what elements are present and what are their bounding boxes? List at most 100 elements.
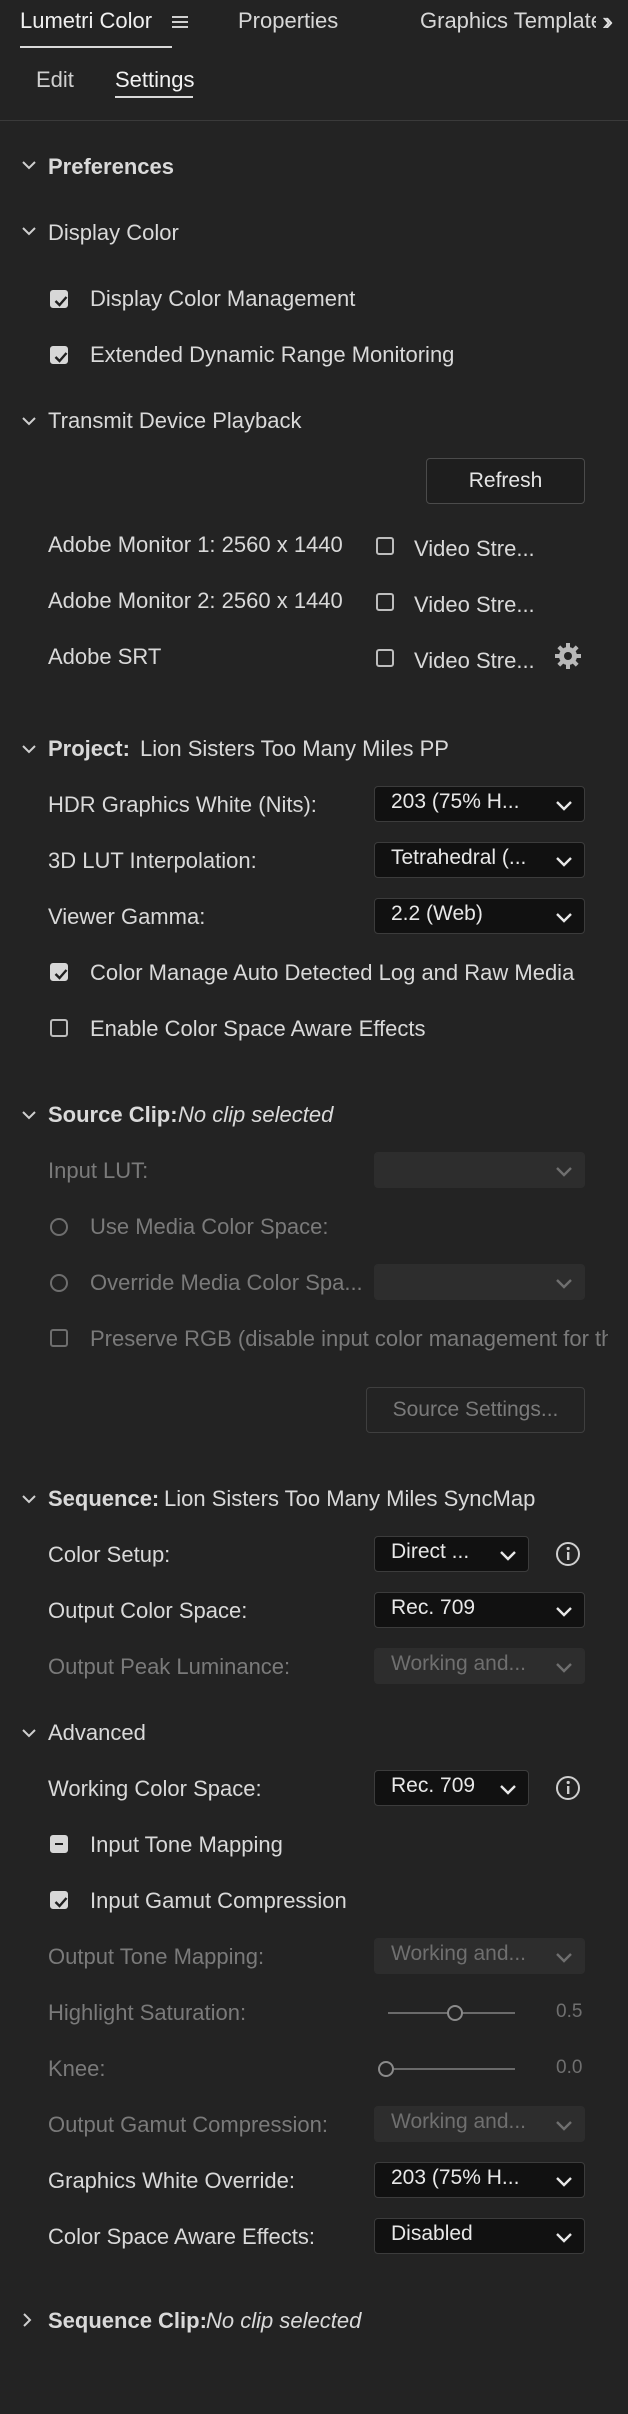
select-value: Rec. 709 bbox=[391, 1596, 476, 1619]
output-peak-luminance-select[interactable]: Working and... bbox=[374, 1648, 585, 1684]
active-subtab-underline bbox=[115, 96, 193, 98]
viewer-gamma-label: Viewer Gamma: bbox=[48, 904, 206, 929]
section-project[interactable]: Project: bbox=[48, 734, 130, 764]
color-space-aware-effects-label: Color Space Aware Effects: bbox=[48, 2224, 315, 2249]
monitor-1-label: Adobe Monitor 1: 2560 x 1440 bbox=[48, 532, 343, 557]
color-space-aware-label: Enable Color Space Aware Effects bbox=[90, 1016, 426, 1041]
info-icon[interactable] bbox=[555, 1775, 580, 1800]
override-media-color-space-select[interactable] bbox=[374, 1264, 585, 1300]
chevron-down-icon bbox=[500, 1548, 516, 1566]
chevron-down-icon[interactable] bbox=[22, 416, 36, 428]
select-value: 2.2 (Web) bbox=[391, 902, 483, 925]
section-sequence-clip[interactable]: Sequence Clip: bbox=[48, 2306, 207, 2336]
chevron-down-icon bbox=[556, 1950, 572, 1968]
auto-detected-log-label: Color Manage Auto Detected Log and Raw M… bbox=[90, 960, 575, 985]
source-clip-value: No clip selected bbox=[178, 1102, 334, 1127]
monitor-2-label: Adobe Monitor 2: 2560 x 1440 bbox=[48, 588, 343, 613]
color-space-aware-checkbox[interactable] bbox=[50, 1019, 68, 1037]
knee-knob[interactable] bbox=[378, 2061, 394, 2077]
chevron-down-icon bbox=[556, 2174, 572, 2192]
lut-interpolation-label: 3D LUT Interpolation: bbox=[48, 848, 257, 873]
edr-monitoring-checkbox[interactable] bbox=[50, 346, 68, 364]
select-value: 203 (75% H... bbox=[391, 2166, 520, 2189]
srt-video-stream-checkbox[interactable] bbox=[376, 649, 394, 667]
auto-detected-log-checkbox[interactable] bbox=[50, 963, 68, 981]
color-setup-select[interactable]: Direct ... bbox=[374, 1536, 529, 1572]
gear-icon[interactable] bbox=[553, 641, 583, 671]
refresh-button[interactable]: Refresh bbox=[426, 458, 585, 504]
output-color-space-select[interactable]: Rec. 709 bbox=[374, 1592, 585, 1628]
chevron-down-icon[interactable] bbox=[22, 1494, 36, 1506]
input-gamut-compression-checkbox[interactable] bbox=[50, 1891, 68, 1909]
knee-value[interactable]: 0.0 bbox=[556, 2057, 582, 2079]
output-gamut-compression-select[interactable]: Working and... bbox=[374, 2106, 585, 2142]
highlight-saturation-label: Highlight Saturation: bbox=[48, 2000, 247, 2025]
select-value: Working and... bbox=[391, 2110, 527, 2133]
section-source-clip[interactable]: Source Clip: bbox=[48, 1100, 178, 1130]
highlight-saturation-value[interactable]: 0.5 bbox=[556, 2001, 582, 2023]
chevron-down-icon bbox=[556, 1276, 572, 1294]
sequence-clip-value: No clip selected bbox=[206, 2308, 362, 2333]
hdr-graphics-white-label: HDR Graphics White (Nits): bbox=[48, 792, 317, 817]
subtab-edit[interactable]: Edit bbox=[36, 67, 74, 93]
override-media-color-space-label: Override Media Color Spa... bbox=[90, 1270, 363, 1295]
override-media-color-space-radio[interactable] bbox=[50, 1274, 68, 1292]
lut-interpolation-select[interactable]: Tetrahedral (... bbox=[374, 842, 585, 878]
input-tone-mapping-label: Input Tone Mapping bbox=[90, 1832, 283, 1857]
knee-slider[interactable] bbox=[385, 2068, 515, 2070]
color-setup-label: Color Setup: bbox=[48, 1542, 171, 1567]
chevron-right-icon[interactable] bbox=[22, 2313, 34, 2327]
highlight-saturation-knob[interactable] bbox=[447, 2005, 463, 2021]
chevron-down-icon bbox=[556, 1164, 572, 1182]
subtab-settings[interactable]: Settings bbox=[115, 67, 195, 93]
output-tone-mapping-select[interactable]: Working and... bbox=[374, 1938, 585, 1974]
section-preferences[interactable]: Preferences bbox=[48, 152, 174, 182]
divider bbox=[0, 120, 628, 121]
section-sequence[interactable]: Sequence: bbox=[48, 1484, 159, 1514]
chevron-down-icon bbox=[556, 1604, 572, 1622]
chevron-down-icon[interactable] bbox=[22, 744, 36, 756]
select-value: Working and... bbox=[391, 1942, 527, 1965]
chevron-down-icon bbox=[556, 910, 572, 928]
knee-label: Knee: bbox=[48, 2056, 106, 2081]
display-color-management-checkbox[interactable] bbox=[50, 290, 68, 308]
panel-tab-bar: Lumetri Color Properties Graphics Templa… bbox=[0, 0, 628, 56]
chevron-down-icon[interactable] bbox=[22, 1728, 36, 1740]
input-tone-mapping-checkbox[interactable] bbox=[50, 1835, 68, 1853]
select-value: Working and... bbox=[391, 1652, 527, 1675]
working-color-space-select[interactable]: Rec. 709 bbox=[374, 1770, 529, 1806]
select-value: Rec. 709 bbox=[391, 1774, 476, 1797]
section-display-color[interactable]: Display Color bbox=[48, 218, 179, 248]
color-space-aware-effects-select[interactable]: Disabled bbox=[374, 2218, 585, 2254]
chevron-down-icon bbox=[556, 2118, 572, 2136]
monitor-1-video-stream-checkbox[interactable] bbox=[376, 537, 394, 555]
chevron-down-icon[interactable] bbox=[22, 1110, 36, 1122]
tab-lumetri-color[interactable]: Lumetri Color bbox=[20, 8, 152, 34]
input-gamut-compression-label: Input Gamut Compression bbox=[90, 1888, 347, 1913]
edr-monitoring-label: Extended Dynamic Range Monitoring bbox=[90, 342, 455, 367]
tab-properties[interactable]: Properties bbox=[238, 8, 338, 34]
hdr-graphics-white-select[interactable]: 203 (75% H... bbox=[374, 786, 585, 822]
chevron-down-icon[interactable] bbox=[22, 160, 36, 172]
viewer-gamma-select[interactable]: 2.2 (Web) bbox=[374, 898, 585, 934]
source-settings-button[interactable]: Source Settings... bbox=[366, 1387, 585, 1433]
monitor-2-video-stream-label: Video Stre... bbox=[414, 592, 535, 617]
output-gamut-compression-label: Output Gamut Compression: bbox=[48, 2112, 329, 2137]
input-lut-select[interactable] bbox=[374, 1152, 585, 1188]
output-peak-luminance-label: Output Peak Luminance: bbox=[48, 1654, 291, 1679]
section-advanced[interactable]: Advanced bbox=[48, 1718, 146, 1748]
tab-graphics-templates[interactable]: Graphics Templates bbox=[420, 8, 596, 34]
select-value: Tetrahedral (... bbox=[391, 846, 527, 869]
preserve-rgb-label: Preserve RGB (disable input color manage… bbox=[90, 1326, 608, 1351]
use-media-color-space-radio[interactable] bbox=[50, 1218, 68, 1236]
overflow-tabs-icon[interactable]: ›› bbox=[602, 6, 614, 37]
active-tab-underline bbox=[20, 46, 172, 48]
select-value: Direct ... bbox=[391, 1540, 470, 1563]
panel-menu-icon[interactable] bbox=[172, 16, 188, 28]
preserve-rgb-checkbox[interactable] bbox=[50, 1329, 68, 1347]
graphics-white-override-select[interactable]: 203 (75% H... bbox=[374, 2162, 585, 2198]
chevron-down-icon[interactable] bbox=[22, 226, 36, 238]
monitor-2-video-stream-checkbox[interactable] bbox=[376, 593, 394, 611]
section-transmit-device-playback[interactable]: Transmit Device Playback bbox=[48, 406, 301, 436]
info-icon[interactable] bbox=[555, 1541, 580, 1566]
